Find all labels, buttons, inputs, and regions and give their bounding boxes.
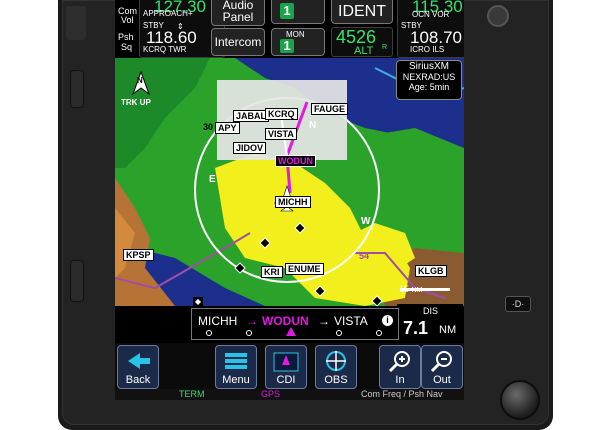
fpl-diamond-icon: ◆ (193, 297, 203, 307)
cdi-button[interactable]: CDI (265, 345, 307, 389)
waypoint-label-apy[interactable]: APY (215, 122, 240, 134)
intercom-label: Intercom (214, 35, 262, 49)
airport-label-klgb[interactable]: KLGB (415, 265, 447, 277)
compass-label-n: N (309, 120, 317, 131)
range-value: 15 (399, 284, 410, 294)
airport-label-kpsp[interactable]: KPSP (123, 249, 154, 261)
fpl-from-waypoint: MICHH (198, 314, 238, 328)
transponder-box[interactable]: 4526 ALT R (331, 27, 393, 57)
waypoint-label-kcrq[interactable]: KCRQ (265, 108, 298, 120)
zoom-out-icon (430, 351, 452, 373)
radio-strip: Com Vol Psh Sq 127.30 APPROACH+ STBY 118… (115, 0, 464, 58)
cdi-icon (273, 352, 299, 372)
fpl-active-waypoint: WODUN (262, 314, 309, 328)
status-bar: TERM GPS Com Freq / Psh Nav (115, 389, 464, 400)
distance-value: 7.1 (403, 318, 429, 338)
nav-standby-name: ICRO ILS (410, 45, 445, 54)
audio-panel-label-2: Panel (222, 10, 254, 24)
com-vol-label-2: Vol (121, 15, 134, 25)
waypoint-label-fauge[interactable]: FAUGE (311, 103, 349, 115)
swap-arrow-icon[interactable]: ⇕ (177, 22, 184, 31)
zoom-out-button[interactable]: Out (421, 345, 463, 389)
com-audio-select[interactable]: 1 (271, 0, 325, 24)
datalink-product: NEXRAD:US (402, 72, 456, 82)
waypoint-label-jidov[interactable]: JIDOV (233, 142, 267, 154)
flight-phase-term: TERM (179, 389, 205, 399)
distance-readout: DIS 7.1 NM (397, 304, 463, 342)
distance-unit: NM (439, 324, 457, 336)
softkey-bar: Back Menu CDI OBS In Out (115, 343, 464, 389)
zoom-in-button[interactable]: In (379, 345, 421, 389)
display-screen: Com Vol Psh Sq 127.30 APPROACH+ STBY 118… (115, 0, 464, 400)
transponder-reply: R (382, 44, 388, 51)
info-icon[interactable]: i (382, 315, 393, 326)
waypoint-label-enume[interactable]: ENUME (285, 263, 324, 275)
zoom-in-icon (388, 351, 410, 373)
mon-indicator: 1 (280, 39, 294, 53)
knob-function-hint: Com Freq / Psh Nav (361, 389, 443, 399)
menu-label: Menu (222, 374, 250, 386)
direct-to-key[interactable]: ·D· (505, 296, 531, 312)
obs-button[interactable]: OBS (315, 345, 357, 389)
obs-icon (326, 351, 346, 371)
fpl-next-waypoint: VISTA (334, 314, 368, 328)
transponder-mode: ALT (354, 45, 374, 57)
map-orientation[interactable]: TRK UP (121, 98, 151, 107)
back-button[interactable]: Back (117, 345, 159, 389)
north-label: N (137, 76, 143, 85)
nav-frequency-box[interactable]: 115.30 OCN VOR STBY 108.70 ICRO ILS (397, 0, 464, 58)
range-indicator: 15 NM (399, 284, 422, 294)
datalink-status-box: SiriusXM NEXRAD:US Age: 5min (396, 60, 462, 100)
com-standby-name: KCRQ TWR (143, 45, 187, 54)
com-audio-indicator: 1 (280, 3, 294, 19)
direct-to-button[interactable] (70, 260, 84, 302)
nav-source-gps: GPS (261, 389, 281, 399)
waypoint-label-vista[interactable]: VISTA (265, 128, 297, 140)
distance-label: DIS (423, 306, 439, 316)
ident-button[interactable]: IDENT (331, 0, 393, 24)
intercom-button[interactable]: Intercom (211, 28, 265, 56)
psh-sq-label-2: Sq (121, 42, 133, 52)
menu-icon (225, 353, 247, 369)
obs-label: OBS (324, 374, 348, 386)
com-active-name: APPROACH+ (143, 9, 193, 18)
waypoint-label-jabal[interactable]: JABAL (233, 110, 270, 122)
cdi-label: CDI (276, 374, 296, 386)
compass-label-w: W (361, 216, 371, 227)
fpl-arrow-1: → (246, 314, 258, 328)
sector-label-54: 54 (359, 251, 370, 261)
fpl-arrow-2: → (318, 314, 330, 328)
nav-active-name: OCN VOR (412, 10, 450, 19)
waypoint-label-michh[interactable]: MICHH (275, 196, 311, 208)
altitude-label-30: 30 (203, 122, 214, 132)
power-knob[interactable] (487, 5, 509, 27)
psh-sq-label: Psh (118, 32, 134, 42)
compass-label-e: E (209, 174, 216, 185)
home-button[interactable] (70, 70, 84, 108)
moving-map[interactable]: N TRK UP SiriusXM NEXRAD:US Age: 5min JA… (115, 58, 464, 306)
audio-panel-button[interactable]: Audio Panel (211, 0, 265, 26)
zoom-out-label: Out (433, 374, 451, 386)
volume-knob[interactable] (66, 6, 86, 40)
ident-label: IDENT (338, 3, 386, 20)
monitor-select[interactable]: MON 1 (271, 28, 325, 56)
flight-plan-bar[interactable]: MICHH → WODUN → VISTA i (191, 308, 399, 340)
menu-button[interactable]: Menu (215, 345, 257, 389)
range-unit: NM (411, 287, 423, 294)
waypoint-label-wodun[interactable]: WODUN (275, 155, 316, 167)
back-label: Back (125, 374, 151, 386)
concentric-knob[interactable] (500, 380, 540, 420)
datalink-age: Age: 5min (408, 82, 450, 92)
datalink-source: SiriusXM (408, 61, 449, 72)
airport-label-krl[interactable]: KRI (261, 266, 283, 278)
zoom-in-label: In (395, 374, 405, 386)
back-arrow-icon (128, 353, 150, 369)
cdi-scale (206, 327, 386, 336)
